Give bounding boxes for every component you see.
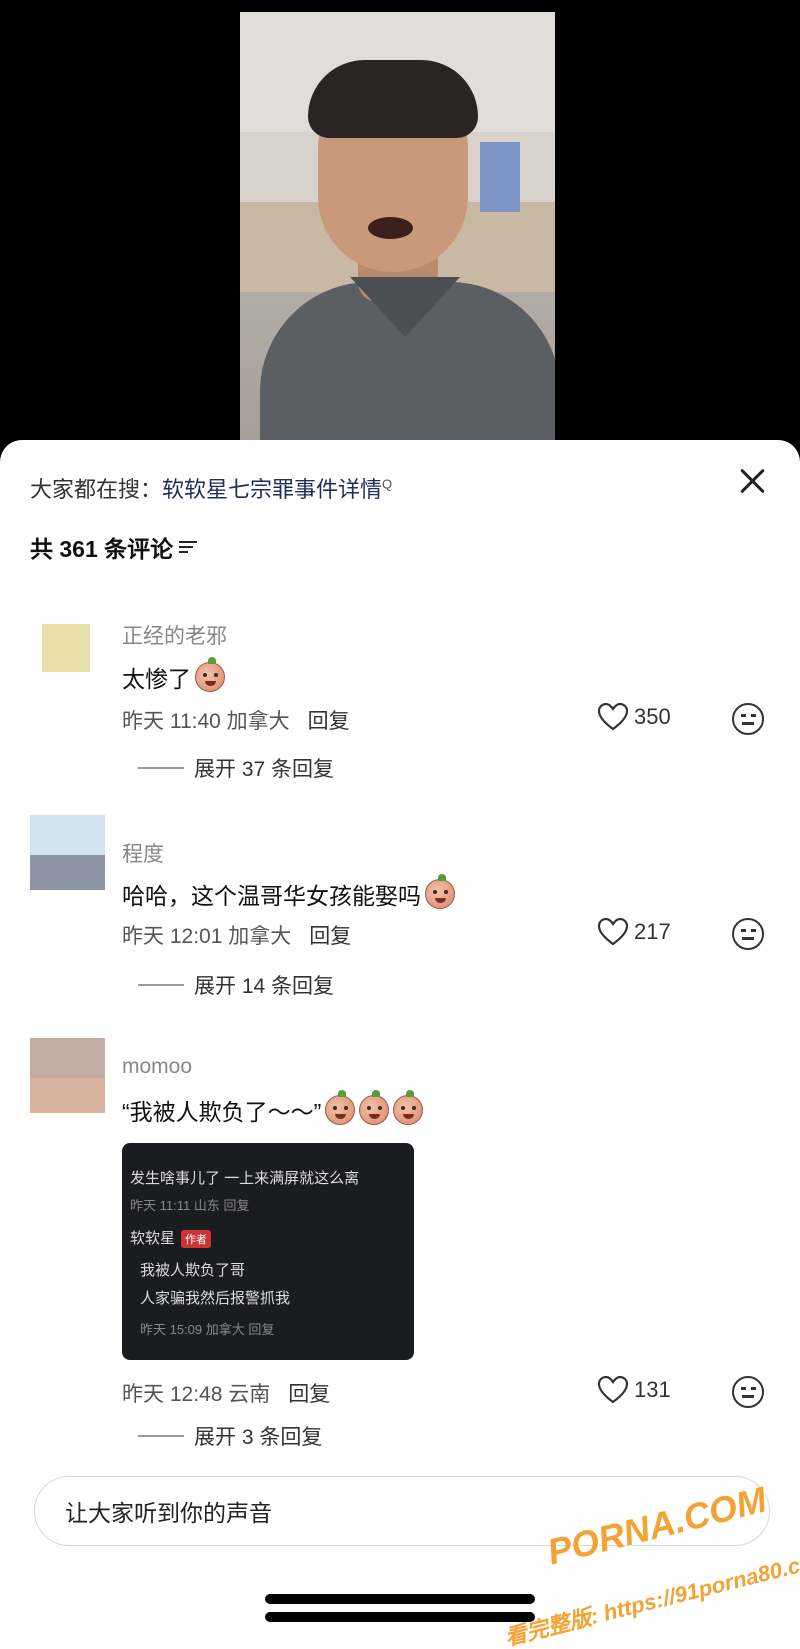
comment-text: “我被人欺负了～～”: [122, 1090, 424, 1127]
expand-replies-label: 展开 3 条回复: [194, 1426, 323, 1449]
avatar[interactable]: [30, 610, 105, 685]
expand-replies-button[interactable]: 展开 14 条回复: [138, 970, 334, 1000]
divider: [138, 1435, 184, 1437]
like-button[interactable]: 350: [598, 703, 671, 731]
comments-count: 共 361 条评论: [30, 530, 199, 564]
comment-text: 太惨了: [122, 657, 225, 694]
crying-emoji-icon: [393, 1090, 424, 1125]
crying-emoji-icon: [325, 1090, 356, 1125]
comment-username[interactable]: momoo: [122, 1055, 192, 1079]
like-count: 350: [634, 704, 671, 729]
screenshot-line: 我被人欺负了哥: [140, 1262, 246, 1279]
screenshot-line: 发生啥事儿了 一上来满屏就这么离: [130, 1170, 360, 1187]
trending-search-link[interactable]: 大家都在搜：软软星七宗罪事件详情Q: [30, 472, 392, 504]
comment-meta: 昨天 11:40 加拿大 回复: [122, 705, 350, 735]
screenshot-meta: 昨天 11:11 山东 回复: [130, 1198, 250, 1213]
like-count: 217: [634, 919, 671, 944]
comment-input-placeholder: 让大家听到你的声音: [65, 1500, 272, 1526]
screenshot-author-name: 软软星: [130, 1230, 176, 1247]
dislike-icon[interactable]: [732, 918, 764, 950]
screenshot-author: 软软星 作者: [130, 1227, 212, 1248]
comment-image-screenshot[interactable]: 发生啥事儿了 一上来满屏就这么离 昨天 11:11 山东 回复 软软星 作者 我被…: [122, 1143, 414, 1360]
comments-count-label: 共 361 条评论: [30, 536, 174, 562]
comment-text-content: 太惨了: [122, 666, 191, 692]
reply-button[interactable]: 回复: [309, 925, 351, 948]
dislike-icon[interactable]: [732, 1376, 764, 1408]
reply-button[interactable]: 回复: [288, 1383, 330, 1406]
comment-meta: 昨天 12:01 加拿大 回复: [122, 920, 351, 950]
video-blue-panel: [480, 142, 520, 212]
video-player[interactable]: [240, 12, 555, 452]
comment-username[interactable]: 正经的老邪: [122, 620, 227, 650]
screenshot-meta: 昨天 15:09 加拿大 回复: [140, 1322, 275, 1337]
comment-meta: 昨天 12:48 云南 回复: [122, 1378, 330, 1408]
dislike-icon[interactable]: [732, 703, 764, 735]
expand-replies-button[interactable]: 展开 3 条回复: [138, 1421, 322, 1451]
heart-icon: [598, 1376, 628, 1404]
video-person-mouth: [368, 217, 413, 239]
comment-text: 哈哈，这个温哥华女孩能娶吗: [122, 874, 455, 911]
divider: [138, 767, 184, 769]
comment-sheet: [0, 440, 800, 1649]
comment-time-location: 昨天 12:48 云南: [122, 1383, 271, 1406]
comment-time-location: 昨天 12:01 加拿大: [122, 925, 292, 948]
home-indicator: [265, 1594, 535, 1604]
avatar[interactable]: [30, 815, 105, 890]
heart-icon: [598, 918, 628, 946]
comment-text-content: 哈哈，这个温哥华女孩能娶吗: [122, 883, 421, 909]
screenshot-line: 人家骗我然后报警抓我: [140, 1290, 291, 1307]
expand-replies-button[interactable]: 展开 37 条回复: [138, 753, 334, 783]
avatar[interactable]: [30, 1038, 105, 1113]
sort-icon[interactable]: [179, 539, 199, 555]
like-count: 131: [634, 1377, 671, 1402]
author-badge: 作者: [181, 1230, 212, 1248]
smug-emoji-icon: [425, 874, 455, 909]
comment-username[interactable]: 程度: [122, 838, 164, 868]
crying-emoji-icon: [195, 657, 225, 692]
like-button[interactable]: 217: [598, 918, 671, 946]
crying-emoji-icon: [359, 1090, 390, 1125]
expand-replies-label: 展开 14 条回复: [194, 975, 335, 998]
comment-text-content: “我被人欺负了～～”: [122, 1099, 322, 1125]
divider: [138, 984, 184, 986]
home-indicator-secondary: [265, 1612, 535, 1622]
close-icon[interactable]: [732, 462, 772, 502]
heart-icon: [598, 703, 628, 731]
trending-search-prefix: 大家都在搜：: [30, 477, 163, 502]
video-person-hair: [308, 60, 478, 138]
reply-button[interactable]: 回复: [308, 710, 350, 733]
like-button[interactable]: 131: [598, 1376, 671, 1404]
search-icon: Q: [382, 476, 393, 492]
expand-replies-label: 展开 37 条回复: [194, 758, 335, 781]
trending-search-keyword[interactable]: 软软星七宗罪事件详情: [162, 477, 382, 502]
comment-time-location: 昨天 11:40 加拿大: [122, 710, 290, 733]
